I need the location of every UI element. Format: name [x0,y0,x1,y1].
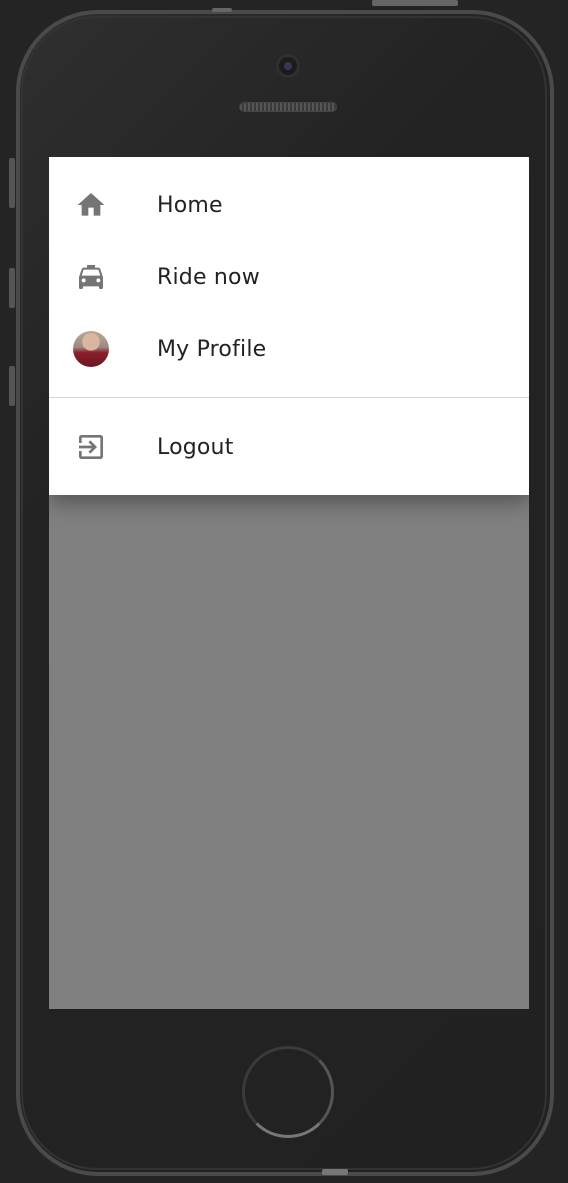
profile-avatar-image [73,331,109,367]
taxi-icon [73,259,109,295]
volume-down-button [9,366,15,406]
app-screen: Home Ride now My Profile Logout [49,157,529,1009]
menu-item-label: My Profile [157,336,267,362]
power-button [372,0,458,6]
logout-icon [73,429,109,465]
mute-switch [9,158,15,208]
menu-divider [49,397,529,398]
menu-item-logout[interactable]: Logout [49,411,529,483]
home-button[interactable] [242,1046,334,1138]
drawer-menu: Home Ride now My Profile Logout [49,157,529,495]
avatar [73,331,109,367]
home-icon [73,187,109,223]
menu-item-label: Home [157,192,223,218]
menu-item-label: Ride now [157,264,260,290]
menu-item-my-profile[interactable]: My Profile [49,313,529,385]
menu-item-label: Logout [157,434,234,460]
earpiece-speaker [239,102,337,112]
bottom-connector [322,1169,348,1175]
top-notch [212,8,232,12]
phone-device: Home Ride now My Profile Logout [0,0,568,1183]
volume-up-button [9,268,15,308]
menu-item-home[interactable]: Home [49,169,529,241]
menu-item-ride-now[interactable]: Ride now [49,241,529,313]
front-camera [276,54,300,78]
